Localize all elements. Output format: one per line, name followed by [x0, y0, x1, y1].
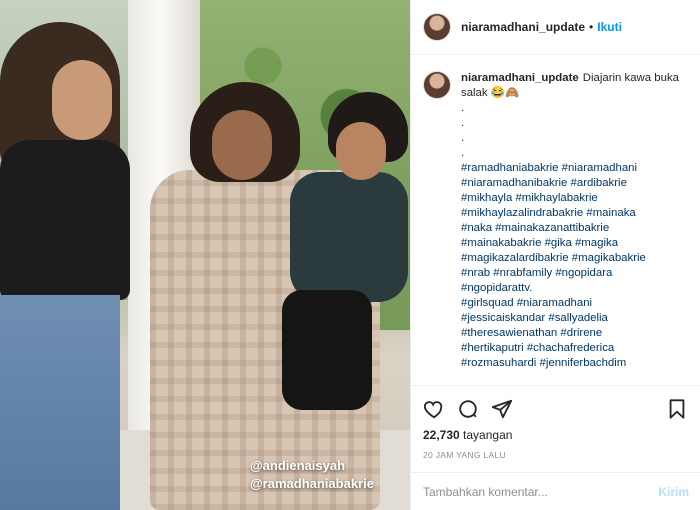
- caption-dot: .: [461, 132, 465, 144]
- hashtag-line[interactable]: #naka #mainakazanattibakrie: [461, 221, 688, 236]
- action-icons: [423, 394, 688, 424]
- comment-box: Kirim: [411, 472, 700, 510]
- hashtag-line[interactable]: #mikhaylazalindrabakrie #mainaka: [461, 206, 688, 221]
- hashtag-line[interactable]: #rozmasuhardi #jenniferbachdim: [461, 356, 688, 371]
- follow-button[interactable]: Ikuti: [597, 20, 622, 34]
- avatar[interactable]: [423, 13, 451, 41]
- post-comment-button[interactable]: Kirim: [658, 485, 689, 499]
- hashtag-line[interactable]: #girlsquad #niaramadhani: [461, 296, 688, 311]
- caption-username[interactable]: niaramadhani_update: [461, 72, 579, 84]
- caption-dot: .: [461, 102, 465, 114]
- mention-tag[interactable]: @andienaisyah: [250, 458, 345, 473]
- post-video[interactable]: @andienaisyah @ramadhaniabakrie: [0, 0, 410, 510]
- views-count[interactable]: 22,730 tayangan: [423, 428, 688, 442]
- comment-input[interactable]: [423, 484, 659, 499]
- hashtag-line[interactable]: #nrab #nrabfamily #ngopidara: [461, 266, 688, 281]
- caption-dot: .: [461, 117, 465, 129]
- hashtag-line[interactable]: #hertikaputri #chachafrederica: [461, 341, 688, 356]
- separator-dot: •: [589, 20, 594, 34]
- mention-tag[interactable]: @ramadhaniabakrie: [250, 476, 374, 491]
- views-number: 22,730: [423, 428, 460, 442]
- caption-text: niaramadhani_update Diajarin kawa buka sa…: [461, 71, 688, 385]
- hashtag-list: #ramadhaniabakrie #niaramadhani #niarama…: [461, 161, 688, 371]
- hashtag-line[interactable]: #jessicaiskandar #sallyadelia: [461, 311, 688, 326]
- bookmark-icon[interactable]: [666, 398, 688, 420]
- comment-icon[interactable]: [457, 398, 479, 420]
- share-icon[interactable]: [491, 398, 513, 420]
- caption-avatar[interactable]: [423, 71, 451, 99]
- person-left-jeans: [0, 295, 120, 510]
- header-username[interactable]: niaramadhani_update: [461, 20, 585, 34]
- post-sidebar: niaramadhani_update • Ikuti niaramadhani…: [410, 0, 700, 510]
- post-time[interactable]: 20 JAM YANG LALU: [423, 450, 688, 460]
- person-left-shirt: [0, 140, 130, 300]
- person-middle-face: [212, 110, 272, 180]
- hashtag-line[interactable]: #magikazalardibakrie #magikabakrie: [461, 251, 688, 266]
- hashtag-line[interactable]: #ngopidarattv.: [461, 281, 688, 296]
- caption-dot: .: [461, 147, 465, 159]
- child-shirt: [290, 172, 408, 302]
- heart-icon[interactable]: [423, 398, 445, 420]
- action-bar: 22,730 tayangan 20 JAM YANG LALU: [411, 385, 700, 460]
- hashtag-line[interactable]: #theresawienathan #drirene: [461, 326, 688, 341]
- child-pants: [282, 290, 372, 410]
- hashtag-line[interactable]: #mainakabakrie #gika #magika: [461, 236, 688, 251]
- person-left-face: [52, 60, 112, 140]
- hashtag-line[interactable]: #ramadhaniabakrie #niaramadhani: [461, 161, 688, 176]
- instagram-post: @andienaisyah @ramadhaniabakrie niaramad…: [0, 0, 700, 510]
- post-header: niaramadhani_update • Ikuti: [411, 0, 700, 55]
- child-face: [336, 122, 386, 180]
- hashtag-line[interactable]: #mikhayla #mikhaylabakrie: [461, 191, 688, 206]
- hashtag-line[interactable]: #niaramadhanibakrie #ardibakrie: [461, 176, 688, 191]
- views-label: tayangan: [463, 428, 513, 442]
- caption-area: niaramadhani_update Diajarin kawa buka sa…: [411, 55, 700, 385]
